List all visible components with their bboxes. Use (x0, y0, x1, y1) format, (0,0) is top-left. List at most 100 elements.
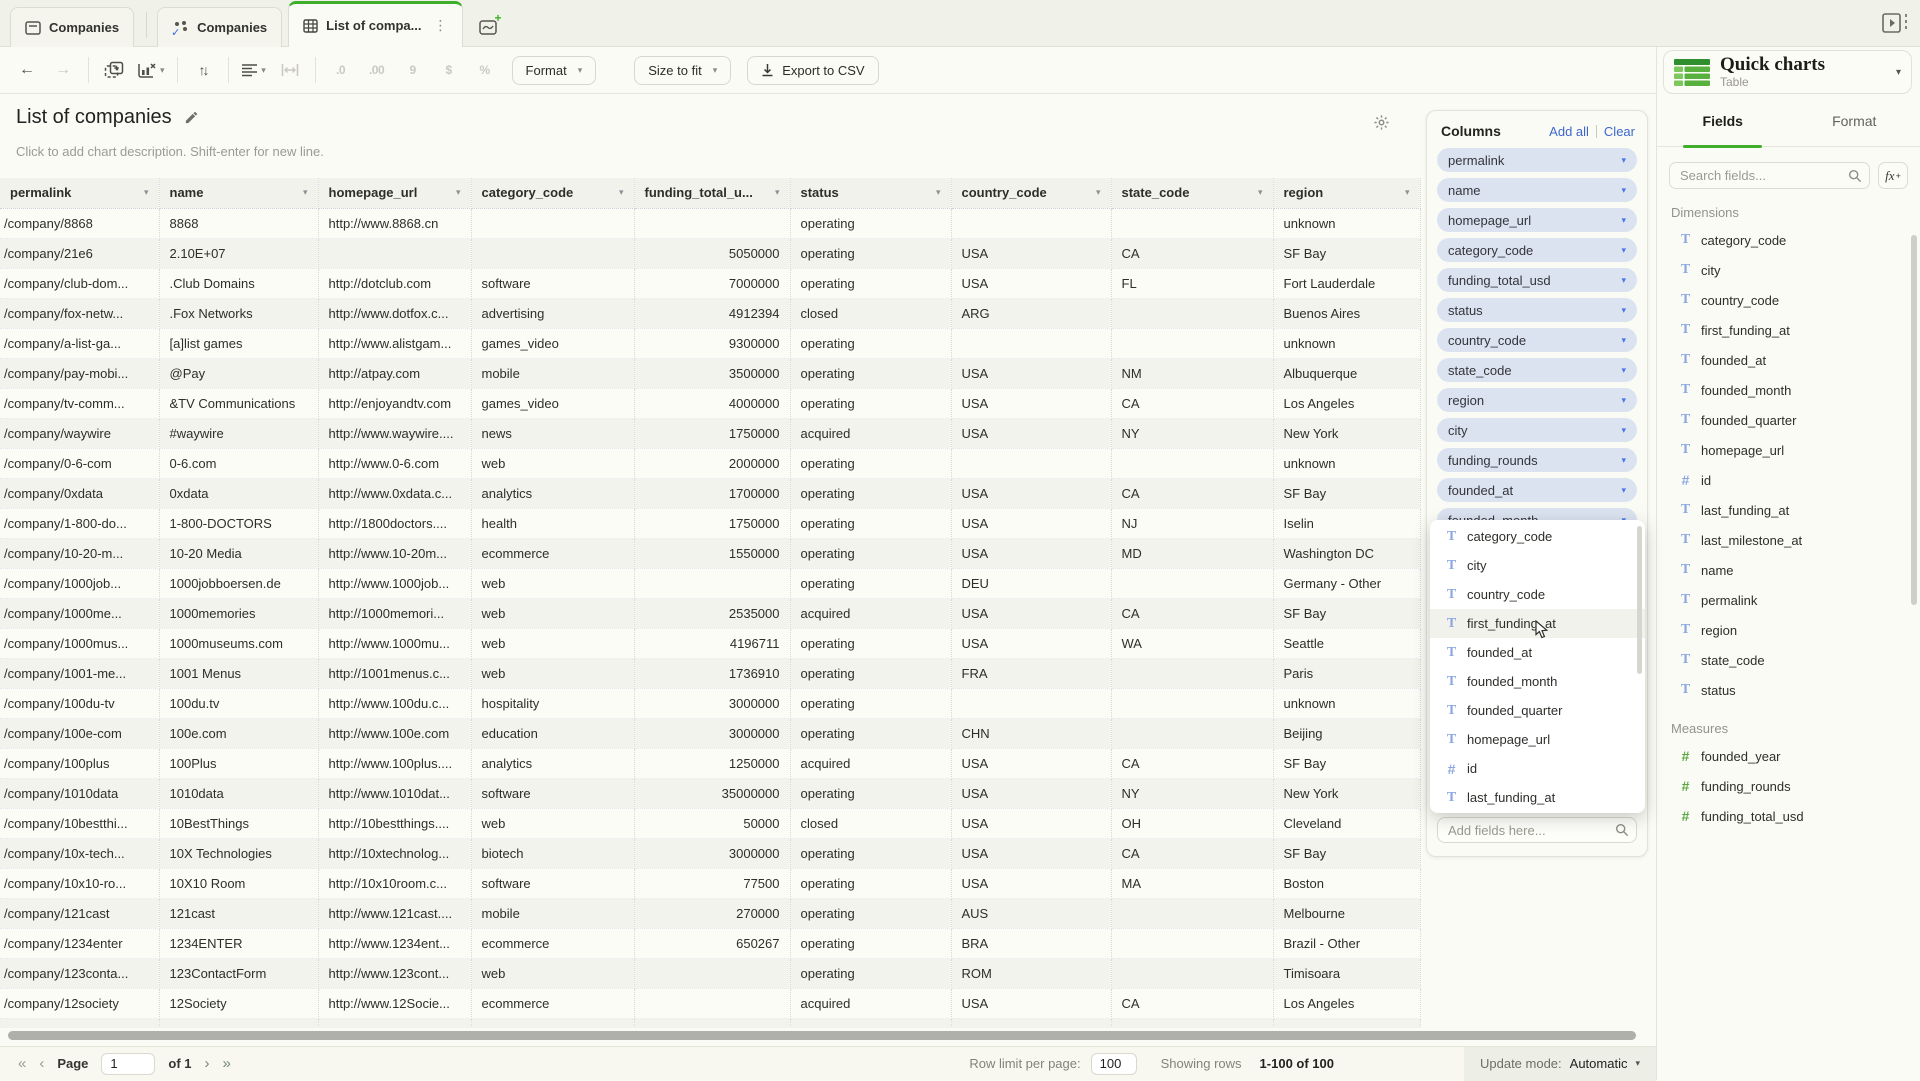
dimension-field-item[interactable]: T city (1679, 255, 1920, 285)
pill-menu-caret-icon[interactable]: ▾ (1621, 455, 1626, 466)
measure-field-item[interactable]: # funding_total_usd (1679, 801, 1920, 831)
dropdown-field-item[interactable]: T last_funding_at (1430, 783, 1645, 812)
measure-field-item[interactable]: # founded_year (1679, 741, 1920, 771)
add-formula-field-button[interactable]: fx+ (1878, 162, 1908, 189)
export-csv-button[interactable]: Export to CSV (747, 56, 878, 85)
pill-menu-caret-icon[interactable]: ▾ (1621, 245, 1626, 256)
pill-menu-caret-icon[interactable]: ▾ (1621, 335, 1626, 346)
dropdown-field-item[interactable]: T city (1430, 551, 1645, 580)
pill-menu-caret-icon[interactable]: ▾ (1621, 275, 1626, 286)
column-header[interactable]: homepage_url ▾ (318, 178, 471, 208)
chart-type-selector[interactable]: Quick charts Table ▾ (1663, 50, 1912, 94)
dimension-field-item[interactable]: # id (1679, 465, 1920, 495)
column-pill[interactable]: region ▾ (1437, 388, 1637, 412)
collapse-panel-icon[interactable] (1882, 13, 1908, 33)
fit-width-icon[interactable] (277, 56, 303, 84)
dimension-field-item[interactable]: T homepage_url (1679, 435, 1920, 465)
pill-menu-caret-icon[interactable]: ▾ (1621, 155, 1626, 166)
size-to-fit-button[interactable]: Size to fit ▾ (634, 56, 731, 85)
dropdown-field-item[interactable]: # id (1430, 754, 1645, 783)
column-pill[interactable]: status ▾ (1437, 298, 1637, 322)
sort-icon[interactable]: ↑↓ (190, 56, 216, 84)
pill-menu-caret-icon[interactable]: ▾ (1621, 365, 1626, 376)
dimension-field-item[interactable]: T state_code (1679, 645, 1920, 675)
tab-list-of-companies[interactable]: List of compa... ⋮ (288, 1, 462, 47)
row-limit-input[interactable] (1091, 1053, 1137, 1075)
caret-down-icon[interactable]: ▾ (1635, 1058, 1640, 1069)
column-menu-caret-icon[interactable]: ▾ (303, 187, 308, 198)
dimension-field-item[interactable]: T name (1679, 555, 1920, 585)
redo-icon[interactable]: → (50, 56, 76, 84)
chevron-down-icon[interactable]: ▾ (1896, 67, 1901, 78)
column-header[interactable]: region ▾ (1273, 178, 1420, 208)
search-fields-input[interactable] (1669, 162, 1870, 189)
column-menu-caret-icon[interactable]: ▾ (775, 187, 780, 198)
column-header[interactable]: country_code ▾ (951, 178, 1111, 208)
increase-decimals-icon[interactable]: .00 (364, 56, 390, 84)
first-page-button[interactable]: « (18, 1055, 26, 1072)
measure-field-item[interactable]: # funding_rounds (1679, 771, 1920, 801)
column-pill[interactable]: homepage_url ▾ (1437, 208, 1637, 232)
dimension-field-item[interactable]: T founded_quarter (1679, 405, 1920, 435)
pill-menu-caret-icon[interactable]: ▾ (1621, 425, 1626, 436)
column-menu-caret-icon[interactable]: ▾ (1405, 187, 1410, 198)
add-fields-input[interactable] (1437, 817, 1637, 843)
pill-menu-caret-icon[interactable]: ▾ (1621, 185, 1626, 196)
column-header[interactable]: category_code ▾ (471, 178, 634, 208)
column-pill[interactable]: state_code ▾ (1437, 358, 1637, 382)
tab-companies-chart[interactable]: ✓ Companies (157, 7, 282, 47)
dimension-field-item[interactable]: T founded_month (1679, 375, 1920, 405)
dropdown-field-item[interactable]: T founded_quarter (1430, 696, 1645, 725)
undo-icon[interactable]: ← (14, 56, 40, 84)
prev-page-button[interactable]: ‹ (39, 1055, 44, 1072)
percent-format-icon[interactable]: % (472, 56, 498, 84)
column-pill[interactable]: category_code ▾ (1437, 238, 1637, 262)
format-button[interactable]: Format ▾ (512, 56, 597, 85)
dimension-field-item[interactable]: T permalink (1679, 585, 1920, 615)
tab-fields[interactable]: Fields (1657, 96, 1789, 146)
column-pill[interactable]: permalink ▾ (1437, 148, 1637, 172)
column-pill[interactable]: funding_rounds ▾ (1437, 448, 1637, 472)
fields-panel-scrollbar[interactable] (1911, 235, 1917, 605)
dimension-field-item[interactable]: T last_milestone_at (1679, 525, 1920, 555)
next-page-button[interactable]: › (205, 1055, 210, 1072)
dimension-field-item[interactable]: T country_code (1679, 285, 1920, 315)
column-header[interactable]: state_code ▾ (1111, 178, 1273, 208)
duplicate-widget-icon[interactable] (101, 56, 127, 84)
column-header[interactable]: funding_total_u... ▾ (634, 178, 790, 208)
pill-menu-caret-icon[interactable]: ▾ (1621, 485, 1626, 496)
gear-icon[interactable] (1373, 114, 1390, 131)
pill-menu-caret-icon[interactable]: ▾ (1621, 215, 1626, 226)
tab-menu-icon[interactable]: ⋮ (434, 17, 448, 34)
rounding-icon[interactable]: 9 (400, 56, 426, 84)
column-pill[interactable]: country_code ▾ (1437, 328, 1637, 352)
column-menu-caret-icon[interactable]: ▾ (1258, 187, 1263, 198)
column-header[interactable]: status ▾ (790, 178, 951, 208)
dropdown-field-item[interactable]: T country_code (1430, 580, 1645, 609)
dimension-field-item[interactable]: T category_code (1679, 225, 1920, 255)
column-pill[interactable]: founded_at ▾ (1437, 478, 1637, 502)
dimension-field-item[interactable]: T status (1679, 675, 1920, 705)
currency-format-icon[interactable]: $ (436, 56, 462, 84)
last-page-button[interactable]: » (223, 1055, 231, 1072)
column-pill[interactable]: name ▾ (1437, 178, 1637, 202)
update-mode-value[interactable]: Automatic (1570, 1056, 1628, 1071)
dropdown-field-item[interactable]: T founded_at (1430, 638, 1645, 667)
dimension-field-item[interactable]: T founded_at (1679, 345, 1920, 375)
dropdown-field-item[interactable]: T first_funding_at (1430, 609, 1645, 638)
pill-menu-caret-icon[interactable]: ▾ (1621, 305, 1626, 316)
dropdown-field-item[interactable]: T founded_month (1430, 667, 1645, 696)
column-menu-caret-icon[interactable]: ▾ (1096, 187, 1101, 198)
horizontal-scrollbar[interactable] (8, 1031, 1636, 1040)
new-chart-button[interactable]: + (469, 6, 509, 46)
tab-companies-dataset[interactable]: Companies (10, 7, 134, 47)
pill-menu-caret-icon[interactable]: ▾ (1621, 395, 1626, 406)
column-menu-caret-icon[interactable]: ▾ (619, 187, 624, 198)
dropdown-field-item[interactable]: T homepage_url (1430, 725, 1645, 754)
dimension-field-item[interactable]: T last_funding_at (1679, 495, 1920, 525)
column-header[interactable]: name ▾ (159, 178, 318, 208)
edit-title-icon[interactable] (184, 110, 199, 125)
clear-link[interactable]: Clear (1604, 124, 1635, 139)
column-menu-caret-icon[interactable]: ▾ (144, 187, 149, 198)
decrease-decimals-icon[interactable]: .0 (328, 56, 354, 84)
